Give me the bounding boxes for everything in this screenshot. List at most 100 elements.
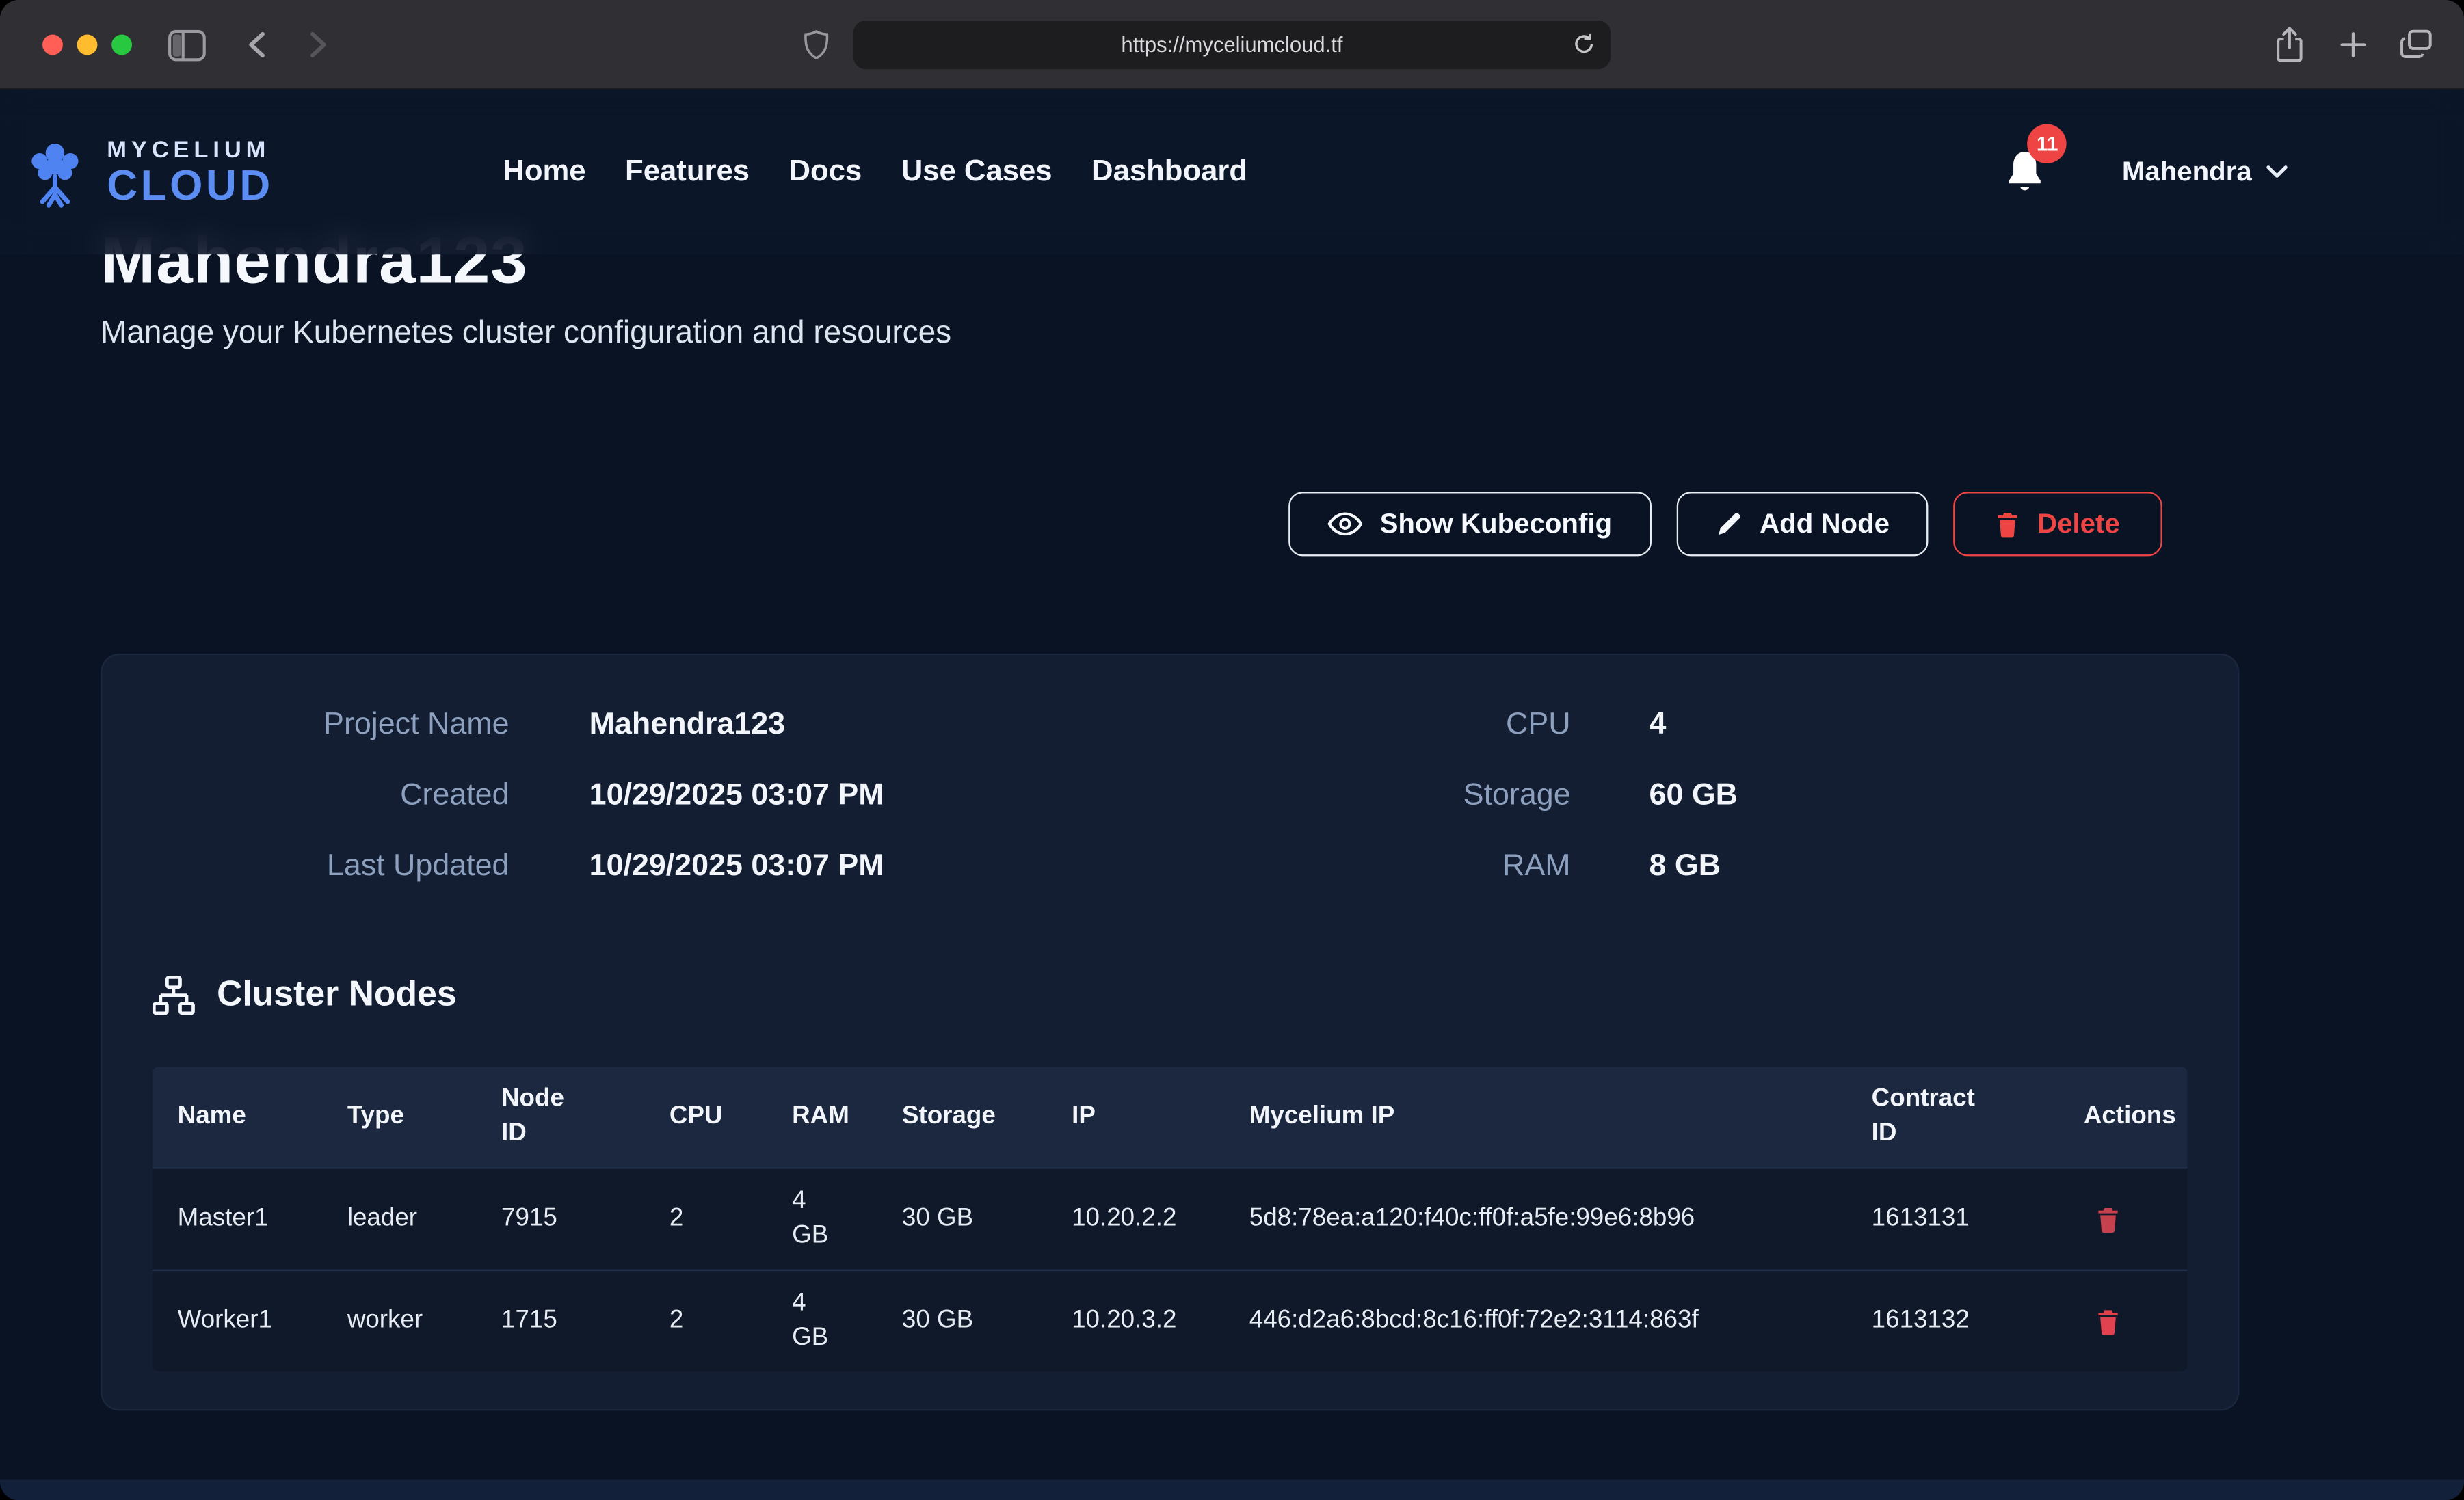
cell-mycelium-ip: 5d8:78ea:a120:f40c:ff0f:a5fe:99e6:8b96 (1224, 1186, 1846, 1253)
header-contract-id: Contract ID (1846, 1067, 2058, 1167)
header-actions: Actions (2058, 1084, 2187, 1150)
info-row-last-updated: Last Updated 10/29/2025 03:07 PM (153, 831, 1170, 902)
info-label: Project Name (153, 690, 509, 760)
cell-contract-id: 1613132 (1846, 1288, 2058, 1354)
nav-link-use-cases[interactable]: Use Cases (901, 155, 1052, 189)
window-minimize-button[interactable] (77, 35, 98, 55)
cell-type: leader (322, 1186, 476, 1253)
info-row-storage: Storage 60 GB (1170, 760, 2188, 831)
macos-safari-window: https://myceliumcloud.tf (0, 0, 2464, 1500)
info-row-project-name: Project Name Mahendra123 (153, 690, 1170, 760)
footer-strip (0, 1480, 2464, 1500)
notifications-button[interactable]: 11 (2004, 149, 2046, 195)
cell-node-id: 7915 (476, 1186, 644, 1253)
info-value: 8 GB (1650, 831, 2188, 902)
cluster-details-card: Project Name Mahendra123 Created 10/29/2… (101, 654, 2239, 1411)
delete-cluster-button[interactable]: Delete (1954, 492, 2162, 556)
info-value: Mahendra123 (589, 690, 1170, 760)
address-bar[interactable]: https://myceliumcloud.tf (853, 21, 1611, 69)
nav-link-dashboard[interactable]: Dashboard (1091, 155, 1247, 189)
pencil-icon (1716, 511, 1743, 537)
delete-node-button[interactable] (2084, 1206, 2120, 1233)
nodes-table: Name Type Node ID CPU RAM Storage IP Myc… (153, 1067, 2188, 1371)
cell-ip: 10.20.3.2 (1046, 1288, 1224, 1354)
nav-link-features[interactable]: Features (625, 155, 750, 189)
nodes-table-header: Name Type Node ID CPU RAM Storage IP Myc… (153, 1067, 2188, 1167)
nav-link-docs[interactable]: Docs (789, 155, 862, 189)
cluster-actions: Show Kubeconfig Add Node (101, 492, 2239, 556)
window-close-button[interactable] (42, 35, 63, 55)
cell-type: worker (322, 1288, 476, 1354)
header-name: Name (153, 1084, 322, 1150)
site-navbar: MYCELIUM CLOUD Home Features Docs Use Ca… (0, 90, 2464, 254)
nodes-hierarchy-icon (153, 975, 195, 1014)
info-value: 60 GB (1650, 760, 2188, 831)
user-menu[interactable]: Mahendra (2122, 155, 2288, 188)
back-button-icon[interactable] (242, 28, 275, 61)
cell-ip: 10.20.2.2 (1046, 1186, 1224, 1253)
info-value: 10/29/2025 03:07 PM (589, 831, 1170, 902)
address-bar-url: https://myceliumcloud.tf (1121, 33, 1342, 56)
browser-toolbar: https://myceliumcloud.tf (0, 0, 2464, 90)
traffic-lights (42, 35, 132, 55)
header-cpu: CPU (644, 1084, 767, 1150)
web-page: Mahendra123 Manage your Kubernetes clust… (0, 90, 2464, 1500)
cell-cpu: 2 (644, 1186, 767, 1253)
cell-ram: 4 GB (767, 1169, 877, 1270)
nav-links: Home Features Docs Use Cases Dashboard (503, 155, 1247, 189)
brand-line1: MYCELIUM (107, 137, 274, 161)
cluster-nodes-header: Cluster Nodes (153, 974, 2188, 1015)
cell-actions (2058, 1190, 2187, 1248)
info-label: Last Updated (153, 831, 509, 902)
sidebar-toggle-icon[interactable] (168, 30, 206, 62)
reload-icon[interactable] (1572, 31, 1597, 57)
user-name: Mahendra (2122, 155, 2252, 188)
node-row-master1: Master1 leader 7915 2 4 GB 30 GB 10.20.2… (153, 1167, 2188, 1269)
cell-contract-id: 1613131 (1846, 1186, 2058, 1253)
cell-name: Master1 (153, 1186, 322, 1253)
info-row-created: Created 10/29/2025 03:07 PM (153, 760, 1170, 831)
header-storage: Storage (877, 1084, 1046, 1150)
show-kubeconfig-button[interactable]: Show Kubeconfig (1288, 492, 1651, 556)
info-label: CPU (1170, 690, 1571, 760)
cell-ram: 4 GB (767, 1271, 877, 1371)
window-zoom-button[interactable] (111, 35, 132, 55)
page-content: Mahendra123 Manage your Kubernetes clust… (0, 90, 2464, 1500)
header-ip: IP (1046, 1084, 1224, 1150)
chevron-down-icon (2266, 165, 2288, 179)
nav-link-home[interactable]: Home (503, 155, 585, 189)
cluster-info-right: CPU 4 Storage 60 GB RAM 8 GB (1170, 690, 2188, 902)
cluster-nodes-title: Cluster Nodes (217, 974, 457, 1015)
add-node-button[interactable]: Add Node (1676, 492, 1929, 556)
nav-right: 11 Mahendra (2004, 149, 2288, 195)
info-row-cpu: CPU 4 (1170, 690, 2188, 760)
cell-storage: 30 GB (877, 1186, 1046, 1253)
brand-line2: CLOUD (107, 164, 274, 206)
privacy-shield-icon[interactable] (803, 28, 830, 61)
screen: https://myceliumcloud.tf (0, 0, 2464, 1500)
info-label: RAM (1170, 831, 1571, 902)
node-row-worker1: Worker1 worker 1715 2 4 GB 30 GB 10.20.3… (153, 1270, 2188, 1371)
tab-overview-icon[interactable] (2400, 28, 2433, 59)
cell-mycelium-ip: 446:d2a6:8bcd:8c16:ff0f:72e2:3114:863f (1224, 1288, 1846, 1354)
forward-button-icon[interactable] (300, 28, 333, 61)
brand-logo[interactable]: MYCELIUM CLOUD (19, 136, 343, 209)
cluster-info-left: Project Name Mahendra123 Created 10/29/2… (153, 690, 1170, 902)
page-subtitle: Manage your Kubernetes cluster configura… (101, 312, 2464, 355)
info-label: Created (153, 760, 509, 831)
mycelium-tree-icon (19, 136, 92, 209)
header-mycelium-ip: Mycelium IP (1224, 1084, 1846, 1150)
info-label: Storage (1170, 760, 1571, 831)
trash-icon (1996, 510, 2019, 538)
cell-node-id: 1715 (476, 1288, 644, 1354)
header-ram: RAM (767, 1084, 877, 1150)
delete-node-button[interactable] (2084, 1308, 2120, 1335)
eye-icon (1328, 511, 1363, 537)
cell-name: Worker1 (153, 1288, 322, 1354)
new-tab-icon[interactable] (2340, 31, 2366, 58)
share-icon[interactable] (2274, 25, 2305, 64)
cell-actions (2058, 1292, 2187, 1350)
notification-badge: 11 (2028, 124, 2067, 163)
info-row-ram: RAM 8 GB (1170, 831, 2188, 902)
info-value: 4 (1650, 690, 2188, 760)
